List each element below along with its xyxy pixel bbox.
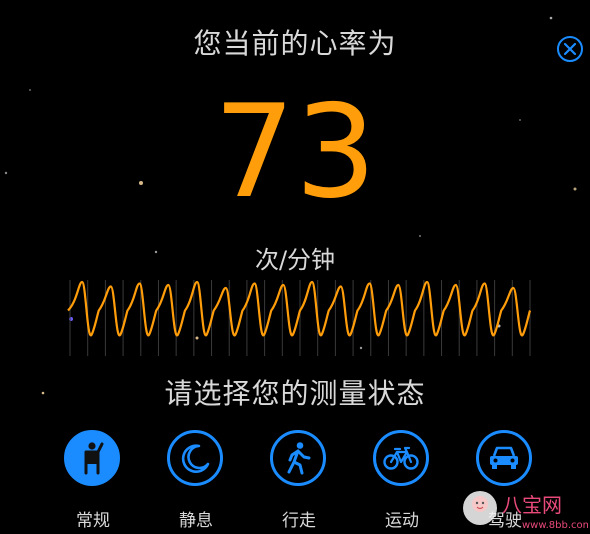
car-icon <box>490 446 518 469</box>
measurement-state-prompt: 请选择您的测量状态 <box>164 377 426 410</box>
mode-label: 静息 <box>179 511 213 531</box>
mode-button-walking[interactable]: 行走 <box>259 430 339 531</box>
mode-button-resting[interactable]: 静息 <box>156 430 236 531</box>
mode-label: 行走 <box>282 511 316 531</box>
site-watermark: 八宝网 www.8bb.com <box>463 491 588 531</box>
watermark-brand: 八宝网 <box>502 493 562 517</box>
standing-person-icon <box>84 442 104 475</box>
mode-icon-ring <box>167 430 223 486</box>
heart-rate-value: 73 <box>213 78 377 227</box>
walking-person-icon <box>287 442 311 475</box>
mode-button-general[interactable]: 常规 <box>53 430 133 531</box>
mode-label: 运动 <box>385 511 419 531</box>
mode-button-exercise[interactable]: 运动 <box>362 430 442 531</box>
mode-icon-ring <box>270 430 326 486</box>
heart-rate-waveform <box>67 280 532 356</box>
close-icon[interactable] <box>556 35 584 63</box>
mode-label: 常规 <box>76 511 110 531</box>
moon-icon <box>181 444 210 473</box>
watermark-url: www.8bb.com <box>522 520 588 531</box>
heart-rate-screen: 您当前的心率为 73 次/分钟 请选择您的测量状态 常规 静息 行走 运动 驾驶… <box>0 0 590 534</box>
bicycle-icon <box>383 446 419 470</box>
mode-icon-ring <box>476 430 532 486</box>
waveform-trace <box>67 280 532 337</box>
page-title: 您当前的心率为 <box>193 27 397 60</box>
mode-icon-ring <box>64 430 120 486</box>
mode-icon-ring <box>373 430 429 486</box>
